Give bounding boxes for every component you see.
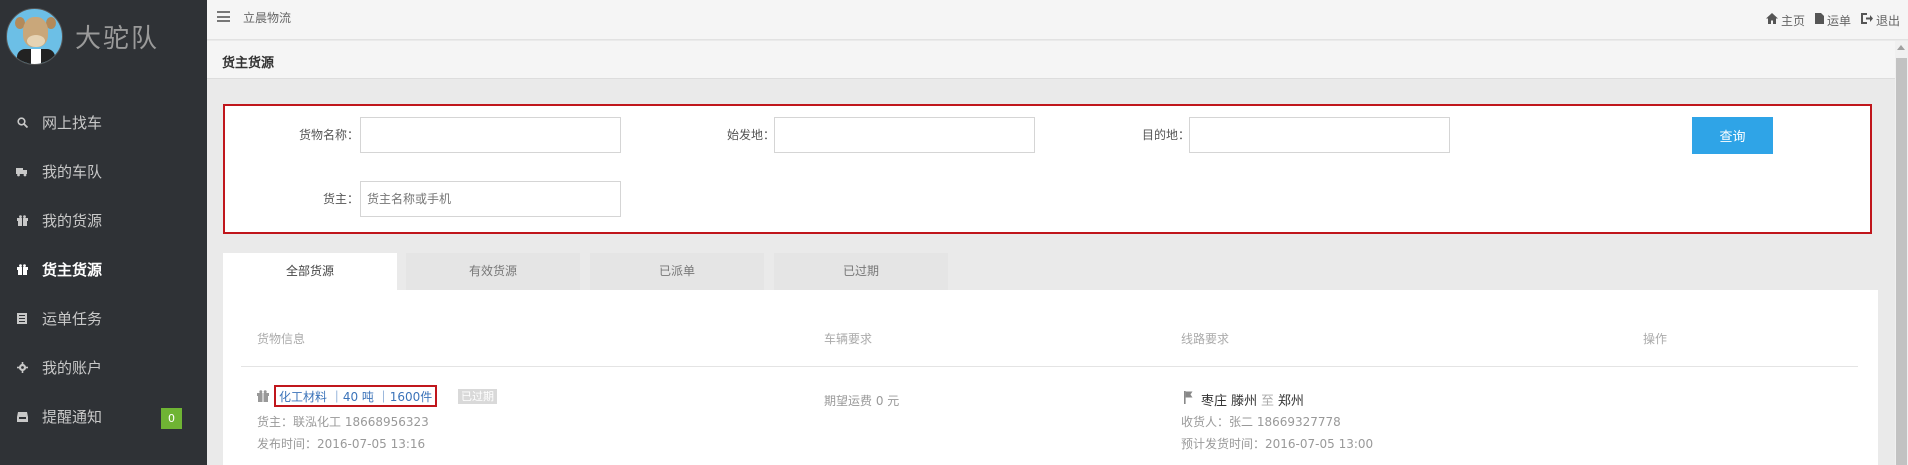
gift-icon: [257, 390, 269, 402]
logout-link-label: 退出: [1875, 14, 1900, 28]
expected-freight-value: 0 元: [875, 394, 900, 408]
sidebar-item-label: 我的账户: [42, 359, 103, 377]
home-link[interactable]: 主页: [1765, 12, 1805, 29]
column-header-vehicle-req: 车辆要求: [824, 332, 873, 346]
search-icon: [16, 117, 28, 129]
brand-name: 大驼队: [75, 23, 160, 54]
sidebar-item-label: 运单任务: [42, 310, 103, 328]
publish-time: 发布时间：2016-07-05 13:16: [257, 435, 425, 452]
brand: 大驼队: [0, 0, 207, 72]
origin-label: 始发地：: [726, 128, 775, 142]
cargo-list: 货物信息 车辆要求 线路要求 操作 化工材料 ｜40 吨 ｜1600件 已过期 …: [223, 290, 1878, 465]
cargo-summary-link[interactable]: 化工材料 ｜40 吨 ｜1600件: [274, 385, 438, 407]
scroll-thumb[interactable]: [1896, 58, 1907, 465]
destination-label: 目的地：: [1141, 128, 1190, 142]
inbox-icon: [16, 411, 28, 423]
ship-time-value: 2016-07-05 13:00: [1265, 437, 1374, 451]
menu-toggle-icon[interactable]: [217, 11, 230, 22]
sidebar-item-label: 我的车队: [42, 163, 103, 181]
tab-dispatched[interactable]: 已派单: [590, 253, 764, 290]
home-link-label: 主页: [1780, 14, 1805, 28]
list-icon: [16, 313, 28, 325]
page-title: 货主货源: [222, 56, 275, 71]
waybill-link[interactable]: 运单: [1814, 12, 1851, 29]
consignee-label: 收货人：: [1181, 415, 1230, 429]
sidebar-item-find-truck[interactable]: 网上找车: [0, 98, 207, 147]
truck-icon: [16, 166, 28, 178]
route-cities: 枣庄 滕州 至 郑州: [1201, 390, 1304, 409]
origin-input[interactable]: [774, 117, 1035, 153]
publish-time-value: 2016-07-05 13:16: [317, 437, 426, 451]
vertical-scrollbar[interactable]: [1895, 41, 1908, 465]
header-divider: [241, 366, 1858, 367]
sidebar-item-shipper-cargo[interactable]: 货主货源: [0, 245, 207, 294]
sidebar-item-notifications[interactable]: 提醒通知 0: [0, 392, 207, 441]
shipper-label: 货主：: [322, 192, 359, 206]
ship-time: 预计发货时间：2016-07-05 13:00: [1181, 435, 1373, 452]
gift-icon: [16, 215, 28, 227]
logout-icon: [1860, 13, 1873, 28]
logout-link[interactable]: 退出: [1860, 12, 1900, 29]
shipper-input[interactable]: [360, 181, 621, 217]
waybill-link-label: 运单: [1826, 14, 1851, 28]
topbar: 立晨物流 主页 运单 退出: [207, 0, 1908, 40]
shipper-info: 货主：联泓化工 18668956323: [257, 413, 429, 430]
destination-input[interactable]: [1189, 117, 1450, 153]
sidebar-item-waybill-tasks[interactable]: 运单任务: [0, 294, 207, 343]
column-header-actions: 操作: [1643, 332, 1668, 346]
file-icon: [1814, 13, 1824, 28]
sidebar-item-label: 网上找车: [42, 114, 103, 132]
origin-city: 枣庄 滕州: [1201, 394, 1258, 409]
shipper-info-value: 联泓化工 18668956323: [293, 415, 429, 429]
company-name: 立晨物流: [243, 11, 292, 25]
sidebar-item-my-fleet[interactable]: 我的车队: [0, 147, 207, 196]
expected-freight-label: 期望运费: [824, 394, 873, 408]
gift-icon: [16, 264, 28, 276]
ship-time-label: 预计发货时间：: [1181, 437, 1266, 451]
publish-time-label: 发布时间：: [257, 437, 318, 451]
sidebar-item-label: 提醒通知: [42, 408, 103, 426]
search-panel: 货物名称： 始发地： 目的地： 查询 货主：: [223, 104, 1872, 234]
home-icon: [1765, 13, 1778, 28]
sidebar-nav: 网上找车 我的车队 我的货源 货主货源 运单任务 我的账户 提醒通知 0: [0, 98, 207, 441]
sidebar-item-my-account[interactable]: 我的账户: [0, 343, 207, 392]
consignee-info: 收货人：张二 18669327778: [1181, 413, 1341, 430]
scroll-up-arrow-icon[interactable]: [1897, 45, 1905, 50]
shipper-info-label: 货主：: [257, 415, 294, 429]
sidebar: 大驼队 网上找车 我的车队 我的货源 货主货源 运单任务 我的账户 提醒通知 0: [0, 0, 207, 465]
page-header: 货主货源: [207, 41, 1895, 79]
notification-count-badge: 0: [161, 408, 182, 429]
status-badge: 已过期: [458, 389, 497, 404]
tab-expired[interactable]: 已过期: [774, 253, 948, 290]
expected-freight: 期望运费 0 元: [824, 392, 899, 409]
route-to-word: 至: [1260, 394, 1274, 409]
query-button[interactable]: 查询: [1692, 117, 1773, 154]
column-header-route-req: 线路要求: [1181, 332, 1230, 346]
route-flag-icon: [1184, 391, 1193, 404]
sidebar-item-label: 货主货源: [42, 261, 103, 279]
sidebar-item-my-cargo[interactable]: 我的货源: [0, 196, 207, 245]
gear-icon: [16, 362, 28, 374]
top-links: 主页 运单 退出: [1765, 12, 1900, 29]
destination-city: 郑州: [1277, 394, 1304, 409]
sidebar-item-label: 我的货源: [42, 212, 103, 230]
consignee-value: 张二 18669327778: [1229, 415, 1341, 429]
avatar: [6, 7, 63, 65]
cargo-name-input[interactable]: [360, 117, 621, 153]
tab-valid-cargo[interactable]: 有效货源: [406, 253, 580, 290]
column-header-cargo-info: 货物信息: [257, 332, 306, 346]
cargo-name-label: 货物名称：: [298, 128, 359, 142]
tab-all-cargo[interactable]: 全部货源: [223, 253, 397, 291]
